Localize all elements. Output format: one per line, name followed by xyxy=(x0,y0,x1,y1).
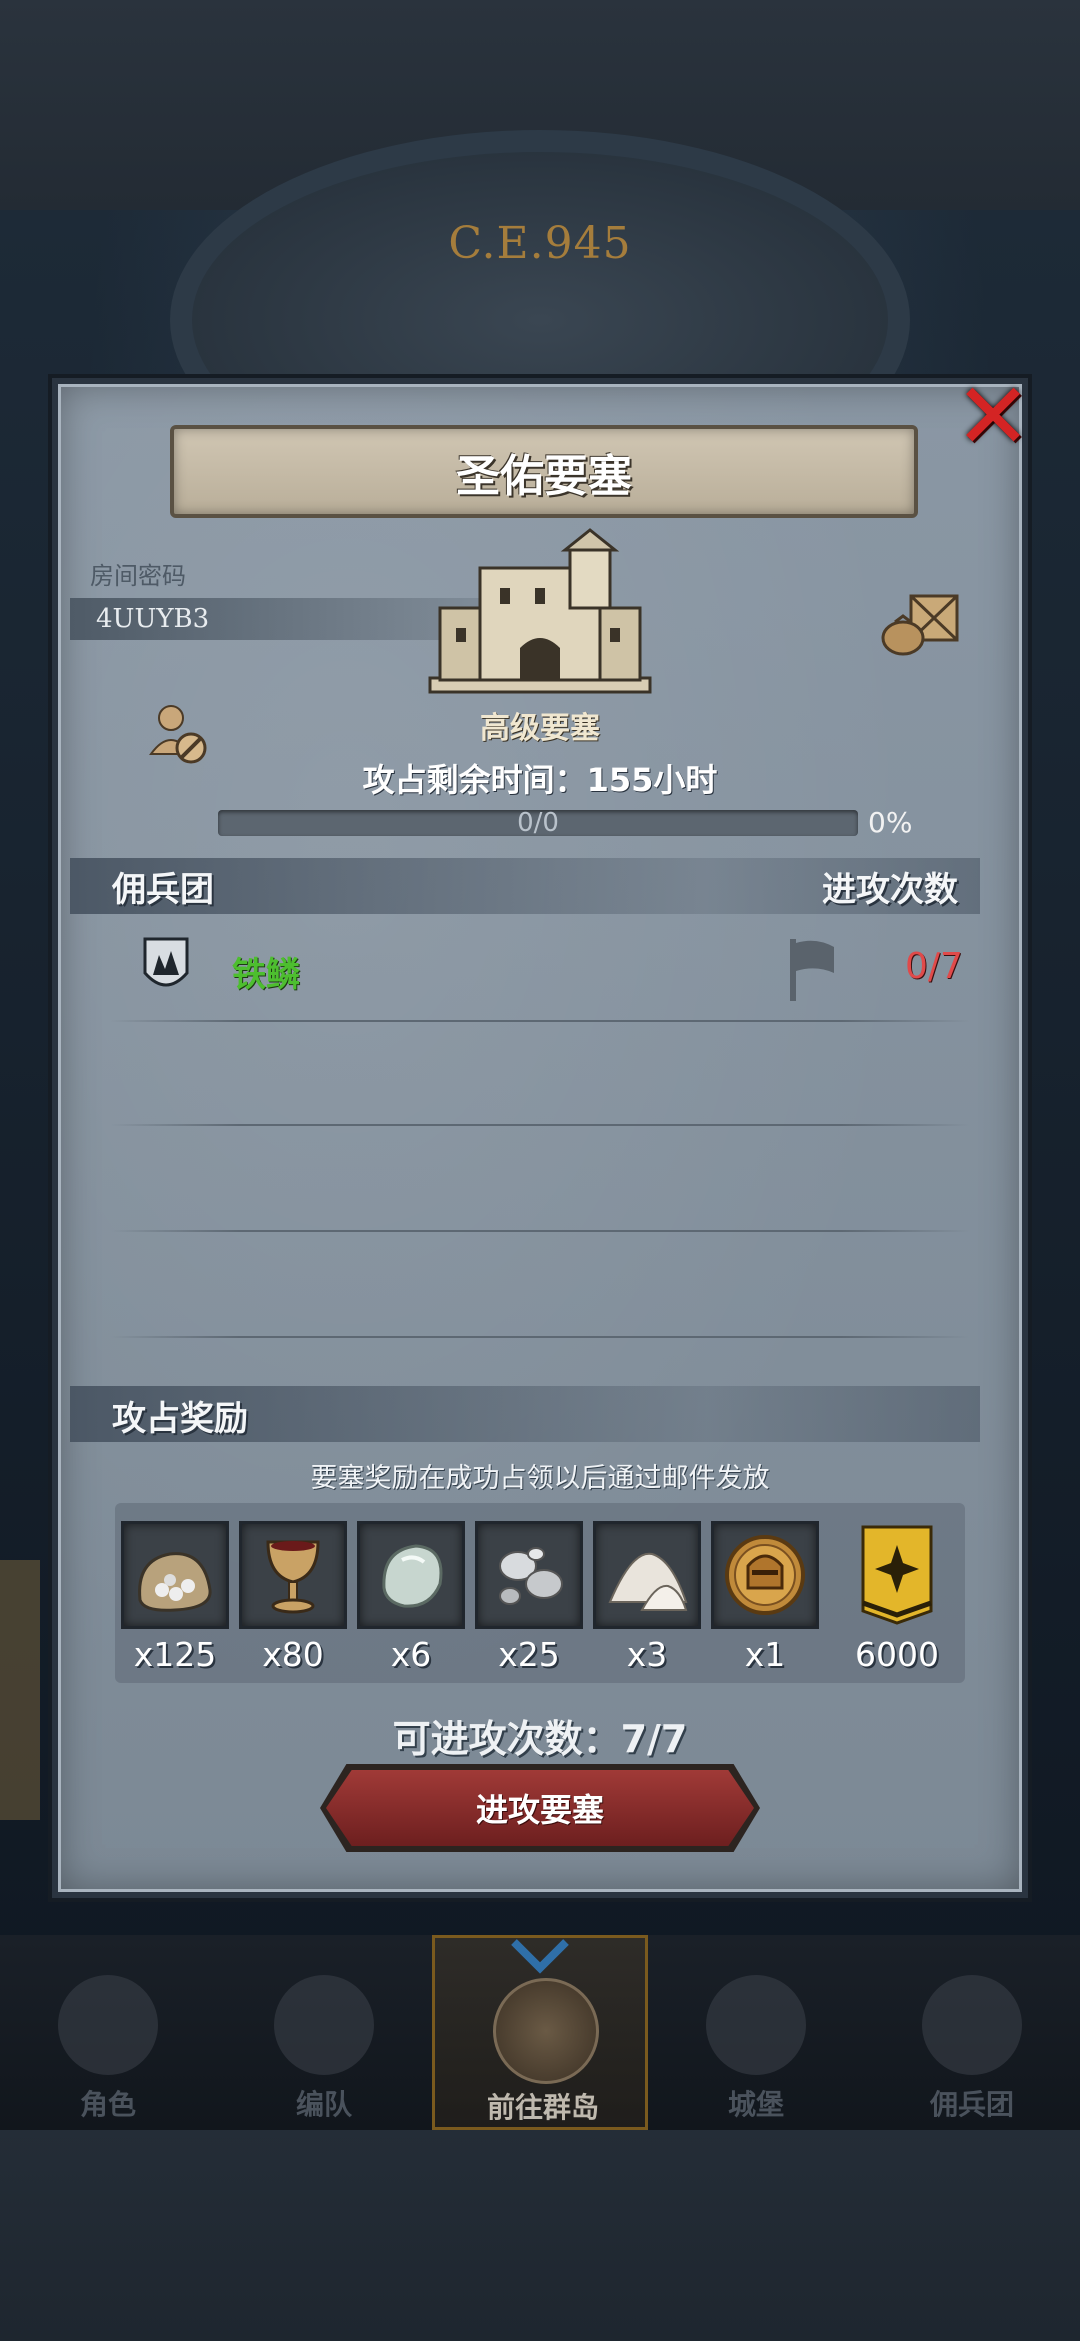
guild-name: 铁鳞 xyxy=(232,955,300,995)
goblet-icon xyxy=(266,1540,320,1614)
fortress-castle-icon xyxy=(428,528,652,694)
reward-slot xyxy=(239,1521,347,1629)
nav-castle[interactable]: 城堡 xyxy=(648,1935,864,2130)
guild-shield-icon xyxy=(143,937,189,987)
reward-slot xyxy=(843,1521,951,1629)
row-divider xyxy=(110,1124,970,1126)
reward-slot xyxy=(121,1521,229,1629)
close-button[interactable]: ✕ xyxy=(948,363,1038,470)
modal-title: 圣佑要塞 xyxy=(170,425,918,518)
attack-fortress-button[interactable]: 进攻要塞 xyxy=(326,1770,754,1846)
nav-character[interactable]: 角色 xyxy=(0,1935,216,2130)
reward-item[interactable]: 6000 xyxy=(843,1521,951,1674)
knight-helmet-medal-icon xyxy=(725,1535,805,1615)
era-dial-text: C.E.945 xyxy=(448,218,632,269)
knight-icon xyxy=(58,1975,158,2075)
nav-label: 城堡 xyxy=(727,2088,784,2121)
guild-banner-icon xyxy=(861,1525,933,1625)
attacks-available: 可进攻次数：7/7 xyxy=(392,1717,688,1761)
capture-progress-percent: 0% xyxy=(868,806,913,839)
helmet-icon xyxy=(274,1975,374,2075)
mercenary-icon xyxy=(922,1975,1022,2075)
castle-icon xyxy=(706,1975,806,2075)
mercenary-header: 佣兵团 xyxy=(112,870,214,910)
capture-remaining-time: 攻占剩余时间：155小时 xyxy=(362,761,718,799)
nav-mercenary[interactable]: 佣兵团 xyxy=(864,1935,1080,2130)
reward-qty: x1 xyxy=(744,1635,786,1674)
chevron-down-icon xyxy=(511,1939,569,1974)
attack-count-header: 进攻次数 xyxy=(822,870,958,910)
reward-qty: x25 xyxy=(498,1635,560,1674)
capture-progress-bar: 0/0 xyxy=(218,808,858,838)
nav-formation[interactable]: 编队 xyxy=(216,1935,432,2130)
silver-ore-icon xyxy=(499,1547,563,1605)
close-icon: ✕ xyxy=(954,363,1032,470)
reward-item[interactable]: x80 xyxy=(239,1521,347,1674)
reward-slot xyxy=(357,1521,465,1629)
reward-qty: x80 xyxy=(262,1635,324,1674)
rewards-header: 攻占奖励 xyxy=(112,1399,248,1439)
salt-pile-icon xyxy=(608,1552,688,1611)
nav-label: 佣兵团 xyxy=(929,2088,1014,2121)
reward-slot xyxy=(593,1521,701,1629)
row-divider xyxy=(110,1230,970,1232)
background-side-tab xyxy=(0,1560,40,1820)
reward-item[interactable]: x1 xyxy=(711,1521,819,1674)
reward-qty: x6 xyxy=(390,1635,432,1674)
nav-label: 角色 xyxy=(79,2088,136,2121)
reward-qty: x3 xyxy=(626,1635,668,1674)
reward-slot xyxy=(711,1521,819,1629)
fortress-level-label: 高级要塞 xyxy=(480,711,600,746)
nav-label: 前往群岛 xyxy=(486,2091,599,2124)
row-divider xyxy=(110,1020,970,1022)
grain-sack-icon xyxy=(138,1552,212,1612)
reward-item[interactable]: x3 xyxy=(593,1521,701,1674)
reward-qty: x125 xyxy=(133,1635,217,1674)
reward-slot xyxy=(475,1521,583,1629)
flag-icon xyxy=(790,939,834,1001)
supply-crate-icon[interactable] xyxy=(877,588,965,658)
room-code-label: 房间密码 xyxy=(90,562,186,590)
nav-label: 编队 xyxy=(295,2088,352,2121)
row-divider xyxy=(110,1336,970,1338)
capture-progress-text: 0/0 xyxy=(517,808,559,838)
reward-qty: 6000 xyxy=(855,1635,939,1674)
rewards-note: 要塞奖励在成功占领以后通过邮件发放 xyxy=(310,1463,770,1494)
reward-item[interactable]: x25 xyxy=(475,1521,583,1674)
moonstone-icon xyxy=(382,1544,443,1608)
island-map-icon xyxy=(493,1978,599,2084)
guild-attack-count: 0/7 xyxy=(905,946,963,987)
reward-item[interactable]: x125 xyxy=(121,1521,229,1674)
reward-item[interactable]: x6 xyxy=(357,1521,465,1674)
bottom-band xyxy=(0,2130,1080,2341)
